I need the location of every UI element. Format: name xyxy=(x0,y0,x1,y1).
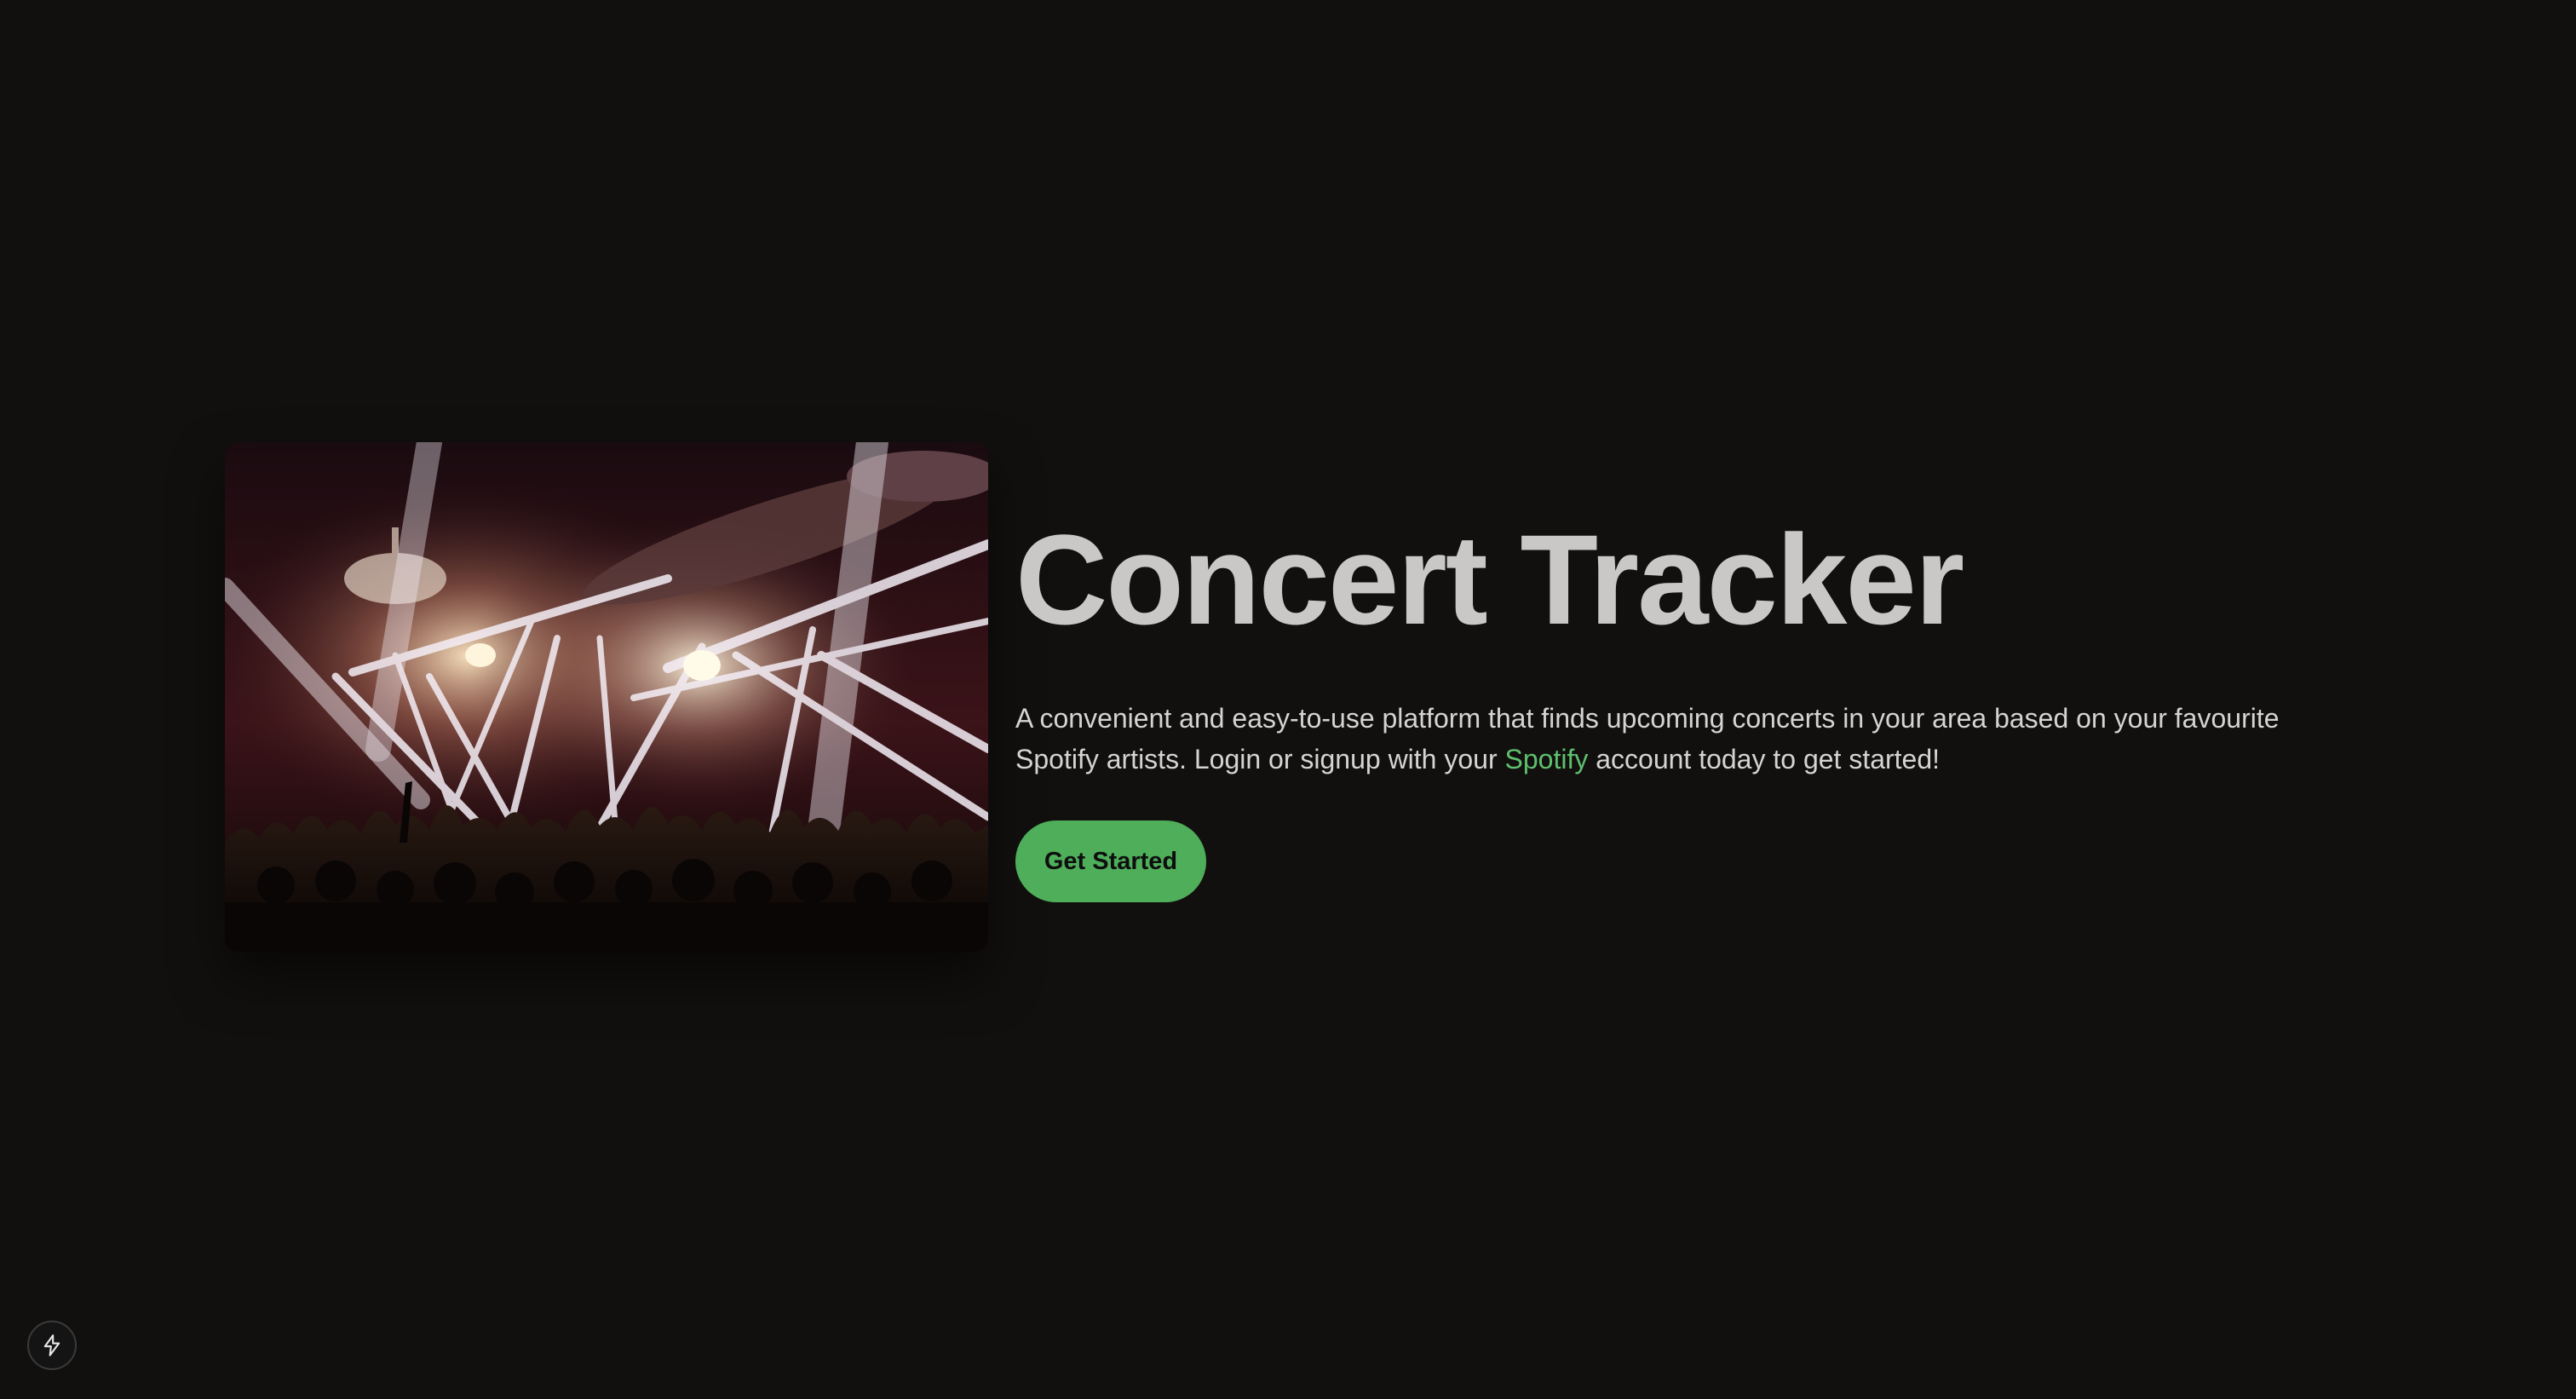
hero-text-block: Concert Tracker A convenient and easy-to… xyxy=(1015,515,2378,902)
concert-image xyxy=(225,442,988,952)
landing-page: Concert Tracker A convenient and easy-to… xyxy=(0,0,2576,1399)
hero-section: Concert Tracker A convenient and easy-to… xyxy=(225,442,2280,952)
concert-photo-illustration xyxy=(225,442,988,952)
description-line-1: A convenient and easy-to-use platform th… xyxy=(1015,703,2280,734)
spotify-link[interactable]: Spotify xyxy=(1505,744,1589,774)
page-title: Concert Tracker xyxy=(1015,508,1964,651)
dev-indicator-button[interactable] xyxy=(27,1321,77,1370)
hero-description: A convenient and easy-to-use platform th… xyxy=(1015,698,2344,780)
get-started-button[interactable]: Get Started xyxy=(1015,820,1206,902)
description-line-2: Spotify artists. Login or signup with yo… xyxy=(1015,739,2344,780)
lightning-bolt-icon xyxy=(43,1334,60,1356)
description-text-after-link: account today to get started! xyxy=(1588,744,1941,774)
description-text-before-link: Spotify artists. Login or signup with yo… xyxy=(1015,744,1505,774)
